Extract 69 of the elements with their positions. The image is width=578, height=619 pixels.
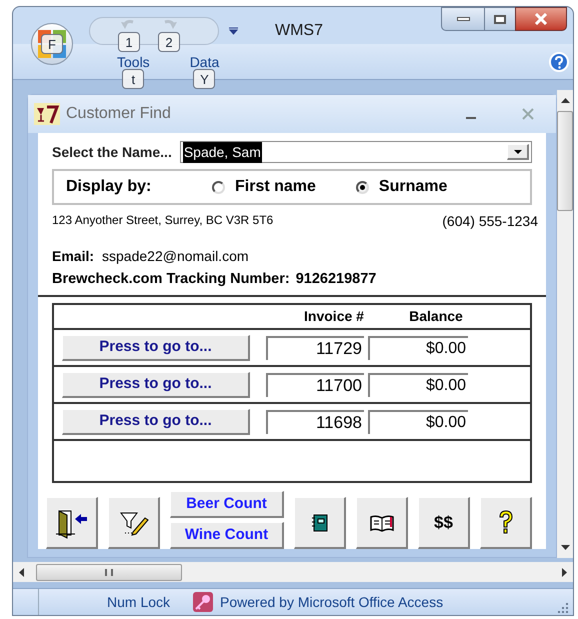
balance-field: $0.00 [368,372,468,397]
maximize-button[interactable] [485,7,515,31]
column-header: Balance [408,307,464,326]
tracking-number: 9126219877 [296,270,376,290]
resize-grip-icon [555,600,569,614]
email-label: Email: [52,247,94,266]
vertical-scrollbar[interactable] [557,90,573,558]
radio-label: First name [235,177,316,198]
minimize-icon[interactable] [466,117,476,120]
exit-button[interactable] [46,497,98,550]
num-lock-status: Num Lock [107,592,170,612]
radio-button[interactable] [212,180,225,194]
column-header: Invoice # [303,307,365,326]
key-tip: Y [193,69,216,90]
close-icon [522,108,534,120]
key-tip: F [41,34,63,54]
notebook-icon [310,512,328,533]
scroll-right-icon[interactable] [562,568,567,577]
customize-dropdown-icon [229,27,238,35]
phone-text: (604) 555-1234 [442,212,538,232]
horizontal-scrollbar[interactable] [13,562,573,582]
invoice-field: 11700 [266,372,364,397]
ribbon-tab[interactable]: Data [190,55,220,70]
balance-field: $0.00 [368,410,468,434]
display-by-label: Display by: [66,177,152,198]
help-button[interactable] [480,497,532,550]
minimize-button[interactable] [441,7,485,31]
invoice-field: 11729 [266,336,364,360]
dropdown-button[interactable] [507,144,529,160]
key-icon [192,591,214,614]
radio-label: Surname [378,177,448,198]
balance-field: $0.00 [368,336,468,360]
question-mark-icon [496,510,514,536]
money-button[interactable]: $$ [418,497,470,550]
go-to-invoice-button[interactable]: Press to go to... [62,334,250,361]
name-combo-box[interactable]: Spade, Sam [180,141,532,164]
scroll-up-icon[interactable] [560,98,570,104]
help-icon [549,52,569,72]
form-title: Customer Find [66,104,171,124]
window-title: WMS7 [275,21,323,41]
key-tip: 1 [118,32,140,52]
close-icon [534,13,548,25]
name-label: Select the Name... [52,142,172,162]
close-button[interactable] [515,7,567,31]
powered-by-text: Powered by Microsoft Office Access [220,592,444,612]
address-text: 123 Anyother Street, Surrey, BC V3R 5T6 [52,212,274,230]
go-to-invoice-button[interactable]: Press to go to... [62,372,250,398]
logo-icon [34,103,60,126]
filter-pencil-icon [118,510,148,536]
caret-icon [514,150,522,154]
go-to-invoice-button[interactable]: Press to go to... [62,408,250,435]
count-button[interactable]: Beer Count [170,491,284,518]
scroll-thumb[interactable] [36,564,182,581]
radio-button[interactable] [356,180,369,194]
scroll-left-icon[interactable] [19,568,24,577]
open-book-icon [368,512,394,533]
scroll-thumb[interactable] [557,111,573,212]
invoice-field: 11698 [266,410,364,434]
office-button[interactable]: F [31,23,73,65]
count-button[interactable]: Wine Count [170,522,284,550]
notebook-button[interactable] [294,497,346,550]
book-button[interactable] [356,497,408,550]
filter-button[interactable] [108,497,160,550]
ribbon-tab[interactable]: Tools [117,55,150,70]
tracking-label: Brewcheck.com Tracking Number: [52,270,290,290]
email-text: sspade22@nomail.com [102,247,249,266]
scroll-down-icon[interactable] [560,545,570,550]
key-tip: 2 [158,32,180,52]
key-tip: t [122,69,144,90]
